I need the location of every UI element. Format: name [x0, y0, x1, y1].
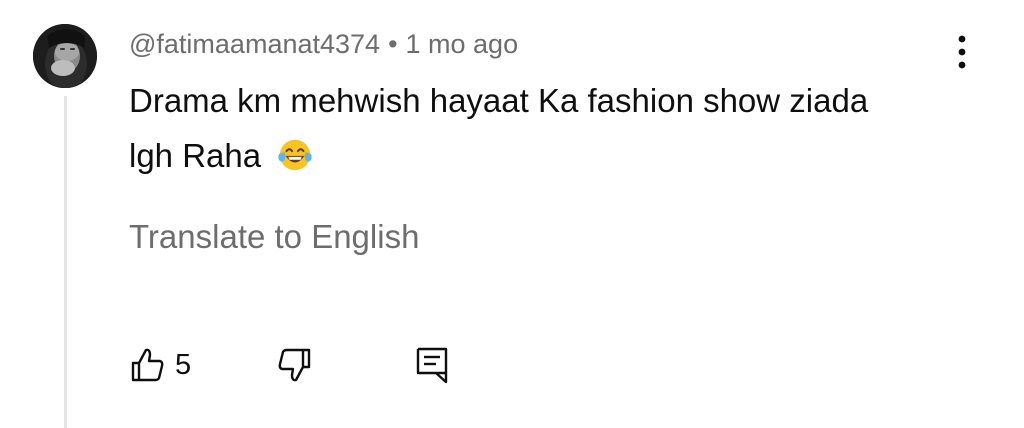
username[interactable]: @fatimaamanat4374	[129, 29, 380, 60]
comment-header: @fatimaamanat4374 • 1 mo ago	[129, 24, 518, 64]
like-count: 5	[175, 348, 192, 381]
thread-line	[64, 96, 67, 428]
laughing-tears-emoji-icon	[278, 139, 312, 171]
timestamp[interactable]: 1 mo ago	[406, 29, 519, 60]
thumbs-up-icon	[131, 348, 164, 382]
dislike-button[interactable]	[275, 342, 315, 388]
comment-body: Drama km mehwish hayaat Ka fashion show …	[129, 73, 889, 183]
comment-text: Drama km mehwish hayaat Ka fashion show …	[129, 82, 869, 174]
comment-reply-icon	[416, 347, 448, 384]
action-bar: 5	[129, 340, 489, 390]
avatar[interactable]	[33, 24, 97, 88]
reply-button[interactable]	[414, 342, 450, 388]
avatar-image	[33, 24, 97, 88]
translate-link[interactable]: Translate to English	[129, 212, 419, 262]
more-options-button[interactable]	[944, 32, 980, 72]
more-vert-icon	[958, 35, 966, 69]
thumbs-down-icon	[278, 348, 311, 382]
like-button[interactable]: 5	[129, 342, 191, 388]
meta-separator: •	[388, 28, 398, 59]
